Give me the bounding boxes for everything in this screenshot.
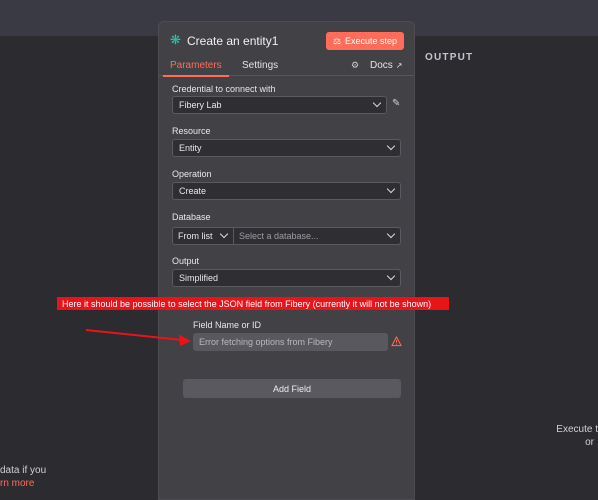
input-hint-text: data if you <box>0 465 47 476</box>
output-select[interactable]: Simplified <box>172 269 401 287</box>
flask-icon: ⚖ <box>332 35 342 46</box>
credential-label: Credential to connect with <box>172 84 276 94</box>
output-heading: OUTPUT <box>425 52 474 63</box>
active-tab-indicator <box>163 75 229 77</box>
database-select[interactable]: Select a database... <box>234 227 401 245</box>
operation-select[interactable]: Create <box>172 182 401 200</box>
chevron-down-icon <box>387 231 395 239</box>
edit-pencil-icon[interactable]: ✎ <box>392 98 400 109</box>
output-value: Simplified <box>179 273 219 283</box>
output-hint-line2: or <box>585 437 594 448</box>
output-field-label: Output <box>172 256 200 266</box>
chevron-down-icon <box>373 100 381 108</box>
docs-link[interactable]: Docs ↗ <box>370 60 403 71</box>
resource-label: Resource <box>172 126 211 136</box>
learn-more-link[interactable]: rn more <box>0 477 46 490</box>
execute-step-label: Execute step <box>345 36 398 46</box>
tab-parameters[interactable]: Parameters <box>170 60 222 71</box>
credential-select[interactable]: Fibery Lab <box>172 96 387 114</box>
chevron-down-icon <box>220 231 228 239</box>
docs-label: Docs <box>370 60 393 71</box>
add-field-button[interactable]: Add Field <box>183 379 401 398</box>
execute-step-button[interactable]: ⚖ Execute step <box>326 32 404 50</box>
node-parameters-panel: ❋ Create an entity1 ⚖ Execute step Param… <box>158 21 415 500</box>
database-mode-select[interactable]: From list <box>172 227 234 245</box>
field-name-error: Error fetching options from Fibery <box>199 337 333 347</box>
output-hint: Execute t or <box>553 423 598 449</box>
database-label: Database <box>172 212 211 222</box>
chevron-down-icon <box>387 143 395 151</box>
warning-icon <box>391 336 402 347</box>
annotation-callout: Here it should be possible to select the… <box>57 297 449 310</box>
output-hint-line1: Execute t <box>556 424 598 435</box>
credential-value: Fibery Lab <box>179 100 222 110</box>
database-placeholder: Select a database... <box>239 231 319 241</box>
operation-label: Operation <box>172 169 212 179</box>
settings-gear-icon[interactable]: ⚙ <box>351 60 359 71</box>
input-hint: data if you rn more <box>0 464 46 490</box>
operation-value: Create <box>179 186 207 196</box>
panel-header: ❋ Create an entity1 ⚖ Execute step <box>159 22 414 56</box>
external-link-icon: ↗ <box>395 61 403 70</box>
database-mode-value: From list <box>178 231 213 241</box>
tab-settings[interactable]: Settings <box>242 60 278 71</box>
chevron-down-icon <box>387 273 395 281</box>
field-name-label: Field Name or ID <box>193 320 262 330</box>
resource-select[interactable]: Entity <box>172 139 401 157</box>
chevron-down-icon <box>387 186 395 194</box>
fibery-logo-icon: ❋ <box>170 32 181 47</box>
field-name-select[interactable]: Error fetching options from Fibery <box>193 333 388 351</box>
node-title[interactable]: Create an entity1 <box>187 34 278 48</box>
resource-value: Entity <box>179 143 202 153</box>
